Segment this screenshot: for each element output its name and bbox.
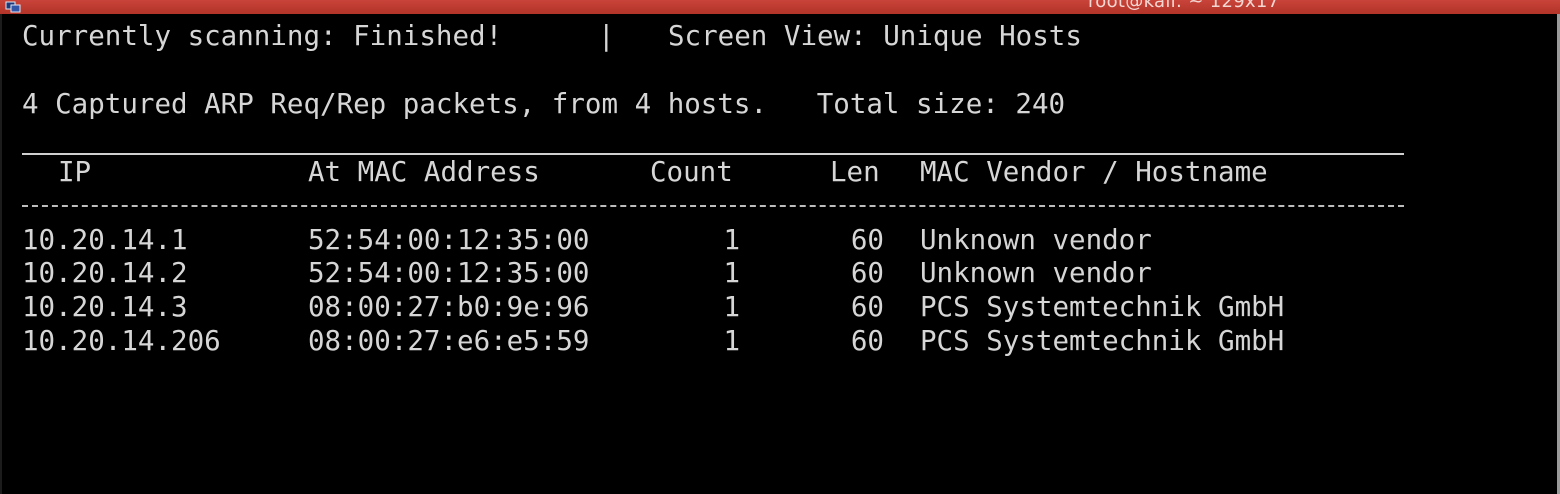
row-len: 60 (850, 325, 884, 357)
header-mac: At MAC Address (308, 156, 540, 188)
row-len: 60 (850, 291, 884, 323)
row-count: 1 (723, 257, 740, 289)
row-count: 1 (723, 291, 740, 323)
row-mac: 52:54:00:12:35:00 (308, 257, 590, 289)
header-len: Len (830, 156, 880, 188)
status-separator: | (598, 20, 615, 52)
row-ip: 10.20.14.3 (22, 291, 188, 323)
terminal-app-icon[interactable] (5, 0, 21, 13)
header-count: Count (650, 156, 733, 188)
row-mac: 08:00:27:b0:9e:96 (308, 291, 590, 323)
header-ip: IP (58, 156, 92, 188)
row-vendor: PCS Systemtechnik GmbH (920, 291, 1285, 323)
scan-status: Currently scanning: Finished! (22, 20, 503, 52)
row-vendor: Unknown vendor (920, 224, 1152, 256)
title-bar[interactable]: root@kali: ~ 129x17 (0, 0, 1560, 14)
row-count: 1 (723, 325, 740, 357)
row-len: 60 (850, 257, 884, 289)
row-ip: 10.20.14.2 (22, 257, 188, 289)
header-vendor: MAC Vendor / Hostname (920, 156, 1268, 188)
row-vendor: PCS Systemtechnik GmbH (920, 325, 1285, 357)
row-ip: 10.20.14.1 (22, 224, 188, 256)
row-count: 1 (723, 224, 740, 256)
row-len: 60 (850, 224, 884, 256)
window-title: root@kali: ~ 129x17 (1088, 0, 1280, 12)
screen-view-label: Screen View: Unique Hosts (668, 20, 1082, 52)
row-mac: 52:54:00:12:35:00 (308, 224, 590, 256)
table-header-separator (22, 205, 1404, 207)
row-ip: 10.20.14.206 (22, 325, 221, 357)
row-mac: 08:00:27:e6:e5:59 (308, 325, 590, 357)
window-left-border (0, 14, 2, 494)
capture-summary: 4 Captured ARP Req/Rep packets, from 4 h… (22, 88, 1066, 120)
terminal-window[interactable]: root@kali: ~ 129x17 Currently scanning: … (0, 0, 1560, 494)
row-vendor: Unknown vendor (920, 257, 1152, 289)
